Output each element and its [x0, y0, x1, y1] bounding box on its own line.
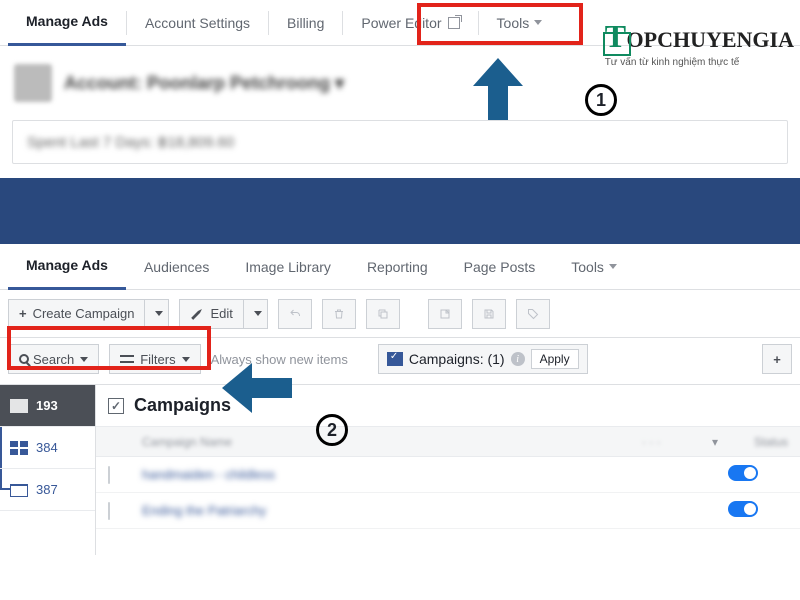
undo-button[interactable] [278, 299, 312, 329]
chevron-down-icon [155, 311, 163, 316]
ads-icon [10, 483, 28, 497]
add-filter-button[interactable]: + [762, 344, 792, 374]
apply-button[interactable]: Apply [531, 349, 579, 369]
row-checkbox[interactable] [108, 502, 110, 520]
status-toggle[interactable] [728, 501, 758, 517]
search-button[interactable]: Search [8, 344, 99, 374]
leftnav-count-2: 384 [36, 440, 58, 455]
tree-line [0, 427, 10, 468]
tree-line [0, 469, 10, 490]
always-show-text: Always show new items [211, 352, 348, 367]
chevron-down-icon [80, 357, 88, 362]
checkbox-icon[interactable] [108, 398, 124, 414]
create-campaign-button[interactable]: + Create Campaign [8, 299, 145, 329]
search-icon [19, 354, 29, 364]
left-nav: 193 384 387 [0, 385, 96, 555]
delete-button[interactable] [322, 299, 356, 329]
popout-icon [448, 17, 460, 29]
filter-bar: Search Filters Always show new items Cam… [0, 338, 800, 385]
duplicate-button[interactable] [366, 299, 400, 329]
account-label: Account: Poonlarp Petchroong ▾ [64, 73, 344, 94]
spend-summary: Spent Last 7 Days: ฿18,809.60 [12, 120, 788, 164]
campaigns-filter-label: Campaigns: (1) [409, 351, 505, 367]
col-name: Campaign Name [142, 435, 642, 449]
edit-label: Edit [210, 306, 232, 321]
tab-tools[interactable]: Tools [479, 0, 561, 46]
leftnav-ads[interactable]: 387 [0, 469, 95, 511]
tab2-tools-label: Tools [571, 259, 604, 275]
tab-tools-label: Tools [497, 15, 530, 31]
header-band [0, 178, 800, 244]
trash-icon [333, 306, 345, 322]
duplicate-icon [377, 306, 389, 322]
tab-account-settings[interactable]: Account Settings [127, 0, 268, 46]
create-campaign-label: Create Campaign [33, 306, 135, 321]
account-row: Account: Poonlarp Petchroong ▾ [0, 46, 800, 114]
leftnav-campaigns[interactable]: 193 [0, 385, 95, 427]
tab-power-editor-label: Power Editor [361, 15, 441, 31]
folder-icon [10, 399, 28, 413]
chevron-down-icon [534, 20, 542, 25]
tab2-tools[interactable]: Tools [553, 244, 635, 290]
edit-dropdown[interactable] [244, 299, 268, 329]
tag-button[interactable] [516, 299, 550, 329]
avatar [14, 64, 52, 102]
tab2-manage-ads[interactable]: Manage Ads [8, 244, 126, 290]
chevron-down-icon [182, 357, 190, 362]
spend-text: Spent Last 7 Days: ฿18,809.60 [27, 133, 773, 151]
row-checkbox[interactable] [108, 466, 110, 484]
toolbar: + Create Campaign Edit [0, 290, 800, 338]
row-name: Ending the Patriarchy [142, 503, 642, 518]
pencil-icon [188, 304, 208, 324]
adsets-icon [10, 441, 28, 455]
leftnav-count-1: 193 [36, 398, 58, 413]
save-button[interactable] [472, 299, 506, 329]
main-title: Campaigns [134, 395, 231, 416]
create-campaign-group: + Create Campaign [8, 299, 169, 329]
export-button[interactable] [428, 299, 462, 329]
main-panel: Campaigns Campaign Name · · · ▾ Status h… [96, 385, 800, 555]
tag-icon [527, 306, 539, 322]
filters-button[interactable]: Filters [109, 344, 200, 374]
info-icon: i [511, 352, 525, 366]
table-row[interactable]: handmaiden - childless [96, 457, 800, 493]
table-row[interactable]: Ending the Patriarchy [96, 493, 800, 529]
chevron-down-icon [609, 264, 617, 269]
undo-icon [289, 306, 301, 322]
export-icon [439, 306, 451, 322]
status-toggle[interactable] [728, 465, 758, 481]
tab-power-editor[interactable]: Power Editor [343, 0, 477, 46]
main-heading: Campaigns [96, 385, 800, 427]
top-nav: Manage Ads Account Settings Billing Powe… [0, 0, 800, 46]
search-label: Search [33, 352, 74, 367]
filters-label: Filters [140, 352, 175, 367]
plus-icon: + [19, 306, 27, 321]
col-status: Status [728, 435, 788, 449]
tab2-reporting[interactable]: Reporting [349, 244, 446, 290]
tab-billing[interactable]: Billing [269, 0, 342, 46]
save-icon [483, 306, 495, 322]
edit-button[interactable]: Edit [179, 299, 243, 329]
folder-check-icon [387, 352, 403, 366]
table-header: Campaign Name · · · ▾ Status [96, 427, 800, 457]
filters-icon [120, 354, 134, 364]
campaigns-filter-chip[interactable]: Campaigns: (1) i Apply [378, 344, 588, 374]
col-caret[interactable]: ▾ [702, 435, 728, 449]
power-editor-tabs: Manage Ads Audiences Image Library Repor… [0, 244, 800, 290]
tab-manage-ads[interactable]: Manage Ads [8, 0, 126, 46]
content: 193 384 387 Campaigns Campaign Name · · … [0, 385, 800, 555]
tab2-image-library[interactable]: Image Library [227, 244, 349, 290]
chevron-down-icon [254, 311, 262, 316]
tab2-audiences[interactable]: Audiences [126, 244, 227, 290]
create-campaign-dropdown[interactable] [145, 299, 169, 329]
row-name: handmaiden - childless [142, 467, 642, 482]
leftnav-count-3: 387 [36, 482, 58, 497]
leftnav-adsets[interactable]: 384 [0, 427, 95, 469]
tab2-page-posts[interactable]: Page Posts [446, 244, 554, 290]
edit-group: Edit [179, 299, 267, 329]
